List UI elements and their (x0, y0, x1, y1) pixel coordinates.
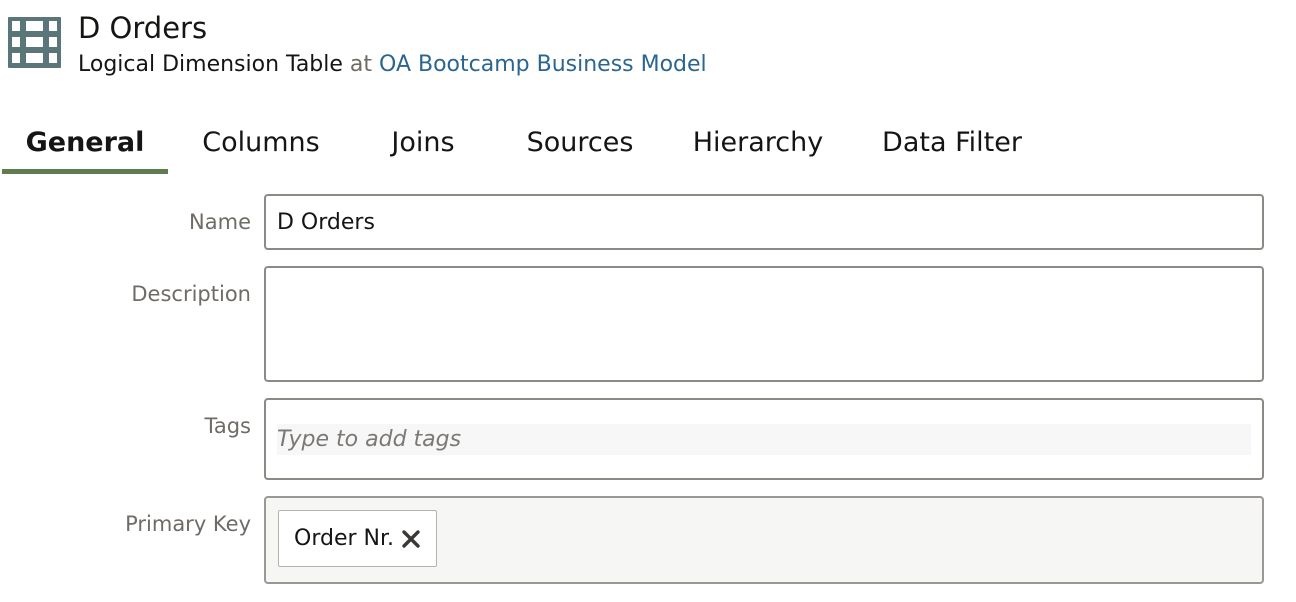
tab-bar: General Columns Joins Sources Hierarchy … (2, 112, 1262, 174)
tab-columns[interactable]: Columns (192, 112, 330, 174)
name-field (264, 194, 1264, 250)
close-icon[interactable] (400, 528, 422, 550)
page-subtitle: Logical Dimension Table at OA Bootcamp B… (78, 52, 707, 78)
tab-hierarchy[interactable]: Hierarchy (686, 112, 830, 174)
name-label: Name (189, 210, 251, 234)
description-field (264, 266, 1264, 382)
primary-key-label: Primary Key (125, 512, 251, 536)
primary-key-field[interactable]: Order Nr. (264, 496, 1264, 584)
parent-model-link[interactable]: OA Bootcamp Business Model (379, 52, 707, 77)
description-input[interactable] (277, 276, 1247, 372)
tags-label: Tags (204, 414, 252, 438)
tags-input[interactable] (277, 424, 1251, 455)
primary-key-chip: Order Nr. (278, 510, 437, 567)
object-type-label: Logical Dimension Table (78, 52, 343, 77)
tab-sources[interactable]: Sources (518, 112, 642, 174)
tab-general[interactable]: General (2, 112, 168, 174)
description-label: Description (131, 282, 251, 306)
chip-label: Order Nr. (294, 526, 394, 551)
page-header: D Orders Logical Dimension Table at OA B… (0, 0, 1296, 90)
page-title: D Orders (78, 11, 208, 45)
table-icon (8, 17, 61, 68)
tags-input-wrapper (277, 424, 1251, 455)
tab-joins[interactable]: Joins (376, 112, 470, 174)
at-text: at (349, 52, 373, 77)
tags-field (264, 398, 1264, 480)
tab-data-filter[interactable]: Data Filter (874, 112, 1030, 174)
name-input[interactable] (277, 196, 1247, 248)
